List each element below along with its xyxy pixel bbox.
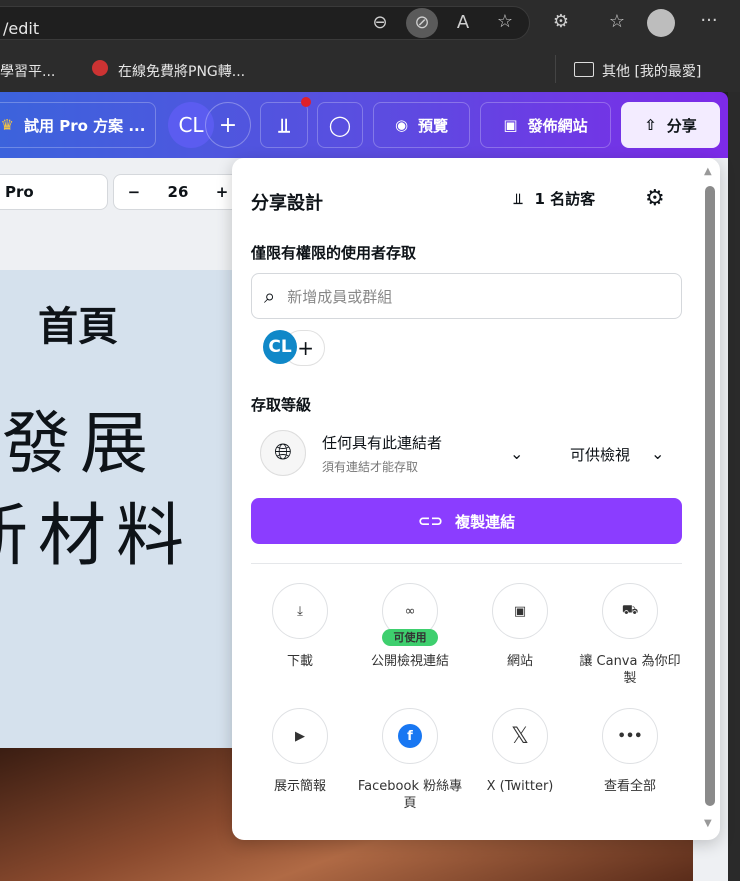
- profile-avatar[interactable]: [647, 9, 675, 37]
- option-label: 下載: [286, 654, 313, 669]
- comments-button[interactable]: ◯: [317, 102, 363, 148]
- decrease-size-button[interactable]: −: [128, 183, 141, 201]
- permission-select[interactable]: 可供檢視: [570, 444, 630, 465]
- add-member-input[interactable]: ⌕ 新增成員或群組: [251, 273, 682, 319]
- share-button[interactable]: ⇧ 分享: [621, 102, 720, 148]
- bookmark-folder-other[interactable]: 其他 [我的最愛]: [602, 61, 701, 81]
- more-menu-icon[interactable]: ···: [694, 10, 724, 31]
- option-print[interactable]: ⛟ 讓 Canva 為你印製: [575, 583, 685, 687]
- bookmarks-bar: 學習平... 在線免費將PNG轉... 其他 [我的最愛]: [0, 45, 740, 92]
- publish-label: 發佈網站: [527, 116, 588, 135]
- tracking-prevention-icon[interactable]: ⊘: [406, 8, 438, 38]
- try-pro-button[interactable]: ♛ 試用 Pro 方案 ...: [0, 102, 156, 148]
- preview-label: 預覽: [418, 116, 449, 135]
- divider: [555, 55, 556, 83]
- globe-icon: 🌐︎: [260, 430, 306, 476]
- link-icon: ⊂⊃: [417, 512, 444, 530]
- divider: [251, 563, 682, 564]
- increase-size-button[interactable]: +: [216, 183, 229, 201]
- website-icon: ▣: [492, 583, 548, 639]
- search-placeholder: 新增成員或群組: [287, 287, 393, 306]
- preview-button[interactable]: ◉ 預覽: [373, 102, 470, 148]
- more-icon: •••: [602, 708, 658, 764]
- copy-link-label: 複製連結: [455, 512, 516, 531]
- panel-title: 分享設計: [251, 193, 323, 214]
- browser-toolbar: /edit ⊖ ⊘ A ☆ ⚙ ☆ ···: [0, 0, 740, 45]
- option-label: Facebook 粉絲專頁: [357, 779, 463, 811]
- canva-header: ♛ 試用 Pro 方案 ... CL + ⫫ ◯ ◉ 預覽 ▣ 發佈網站 ⇧ 分享: [0, 92, 728, 158]
- font-size-stepper[interactable]: − 26 +: [113, 174, 243, 210]
- present-icon: ▶: [272, 708, 328, 764]
- publish-website-button[interactable]: ▣ 發佈網站: [480, 102, 611, 148]
- option-label: 查看全部: [603, 779, 656, 794]
- bookmark-favicon-icon: [92, 60, 108, 76]
- try-pro-label: 試用 Pro 方案 ...: [23, 116, 146, 135]
- comment-icon: ◯: [328, 113, 352, 137]
- scroll-down-arrow[interactable]: ▼: [704, 818, 712, 829]
- search-icon: ⌕: [264, 284, 276, 308]
- font-family-select[interactable]: Pro: [0, 174, 108, 210]
- bookmark-item[interactable]: 在線免費將PNG轉...: [118, 61, 245, 81]
- option-website[interactable]: ▣ 網站: [465, 583, 575, 670]
- eye-icon: ◉: [394, 116, 409, 134]
- option-see-all[interactable]: ••• 查看全部: [575, 708, 685, 795]
- access-subtext: 須有連結才能存取: [322, 460, 419, 474]
- x-icon: 𝕏: [492, 708, 548, 764]
- favorites-icon[interactable]: ☆: [602, 11, 632, 32]
- access-level-label: 存取等級: [251, 396, 312, 414]
- option-label: X (Twitter): [486, 779, 554, 794]
- favorite-star-icon[interactable]: ☆: [490, 11, 520, 32]
- bar-chart-icon: ⫫: [514, 189, 523, 208]
- canvas-text-line2[interactable]: 新材料: [0, 480, 194, 579]
- copy-link-button[interactable]: ⊂⊃ 複製連結: [251, 498, 682, 544]
- bookmark-item[interactable]: 學習平...: [0, 61, 55, 81]
- option-x-twitter[interactable]: 𝕏 X (Twitter): [465, 708, 575, 795]
- share-panel: 分享設計 ⫫ 1 名訪客 ⚙ 僅限有權限的使用者存取 ⌕ 新增成員或群組 + CL…: [232, 158, 720, 840]
- folder-icon: [574, 62, 594, 77]
- notification-dot: [301, 97, 311, 107]
- member-avatar[interactable]: CL: [263, 330, 297, 364]
- option-facebook[interactable]: f Facebook 粉絲專頁: [355, 708, 465, 812]
- option-label: 網站: [506, 654, 533, 669]
- option-label: 展示簡報: [273, 779, 326, 794]
- available-badge: 可使用: [382, 629, 438, 646]
- people-access-label: 僅限有權限的使用者存取: [251, 244, 417, 262]
- permission-chevron-down-icon[interactable]: ⌄: [651, 444, 664, 463]
- insights-button[interactable]: ⫫: [260, 102, 308, 148]
- font-name: Pro: [5, 183, 34, 201]
- window-edge: [728, 92, 740, 881]
- option-download[interactable]: ⤓ 下載: [245, 583, 355, 670]
- truck-icon: ⛟: [602, 583, 658, 639]
- option-public-link[interactable]: ∞ 可使用 公開檢視連結: [355, 583, 465, 670]
- facebook-icon: f: [382, 708, 438, 764]
- option-label: 讓 Canva 為你印製: [579, 654, 681, 686]
- visitors-button[interactable]: ⫫ 1 名訪客: [514, 188, 595, 209]
- extensions-icon[interactable]: ⚙: [546, 11, 576, 32]
- share-label: 分享: [666, 116, 697, 135]
- invite-button[interactable]: +: [205, 102, 251, 148]
- canvas-text-line1[interactable]: 發展: [2, 388, 158, 487]
- canvas-heading[interactable]: 首頁: [38, 294, 118, 352]
- access-option[interactable]: 任何具有此連結者: [322, 432, 442, 453]
- access-chevron-down-icon[interactable]: ⌄: [510, 444, 523, 463]
- option-label: 公開檢視連結: [370, 654, 449, 669]
- bar-chart-icon: ⫫: [278, 113, 290, 137]
- read-aloud-icon[interactable]: A: [448, 12, 478, 33]
- scrollbar-thumb[interactable]: [705, 186, 715, 806]
- visitors-count: 1 名訪客: [534, 190, 596, 208]
- settings-gear-icon[interactable]: ⚙: [645, 186, 665, 211]
- upload-icon: ⇧: [644, 116, 657, 134]
- website-icon: ▣: [503, 116, 518, 134]
- download-icon: ⤓: [272, 583, 328, 639]
- font-size-value[interactable]: 26: [168, 183, 189, 201]
- option-present[interactable]: ▶ 展示簡報: [245, 708, 355, 795]
- zoom-out-icon[interactable]: ⊖: [365, 12, 395, 33]
- scroll-up-arrow[interactable]: ▲: [704, 166, 712, 177]
- url-text: /edit: [3, 19, 40, 38]
